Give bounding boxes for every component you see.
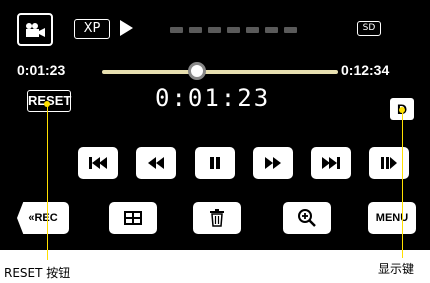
camera-screen: XP SD 0:01:23 0:12:34 RESET 0:01:23 D: [0, 0, 430, 250]
grid-icon: [124, 211, 142, 225]
skip-forward-button[interactable]: [311, 147, 351, 179]
skip-back-button[interactable]: [78, 147, 118, 179]
total-time: 0:12:34: [341, 62, 390, 78]
reset-caption: RESET 按钮: [4, 266, 71, 280]
play-icon: [120, 20, 133, 36]
fast-forward-icon: [265, 157, 281, 169]
playback-slider-knob[interactable]: [188, 62, 206, 80]
pause-button[interactable]: [195, 147, 235, 179]
skip-back-icon: [89, 157, 107, 169]
video-mode-button[interactable]: [17, 13, 53, 46]
skip-forward-icon: [322, 157, 340, 169]
display-callout-line: [402, 110, 403, 258]
reset-callout-line: [47, 104, 48, 260]
display-caption: 显示键: [378, 262, 415, 276]
reset-callout-dot: [44, 101, 50, 107]
trash-icon: [210, 209, 224, 227]
fast-forward-button[interactable]: [253, 147, 293, 179]
sd-card-indicator: SD: [357, 21, 381, 36]
rec-button[interactable]: «REC: [17, 202, 69, 234]
pause-icon: [210, 157, 220, 169]
display-callout-dot: [399, 107, 405, 113]
time-counter: 0:01:23: [155, 84, 271, 112]
index-button[interactable]: [109, 202, 157, 234]
menu-button[interactable]: MENU: [368, 202, 416, 234]
rewind-button[interactable]: [136, 147, 176, 179]
rewind-icon: [148, 157, 164, 169]
elapsed-time: 0:01:23: [17, 62, 66, 78]
camcorder-icon: [26, 22, 45, 37]
playback-slider-track[interactable]: [102, 70, 338, 74]
quality-mode-label: XP: [74, 19, 110, 39]
delete-button[interactable]: [193, 202, 241, 234]
zoom-button[interactable]: [283, 202, 331, 234]
slow-forward-button[interactable]: [369, 147, 409, 179]
progress-dots: [170, 27, 297, 33]
zoom-in-icon: [298, 209, 316, 227]
slow-forward-icon: [381, 157, 397, 169]
